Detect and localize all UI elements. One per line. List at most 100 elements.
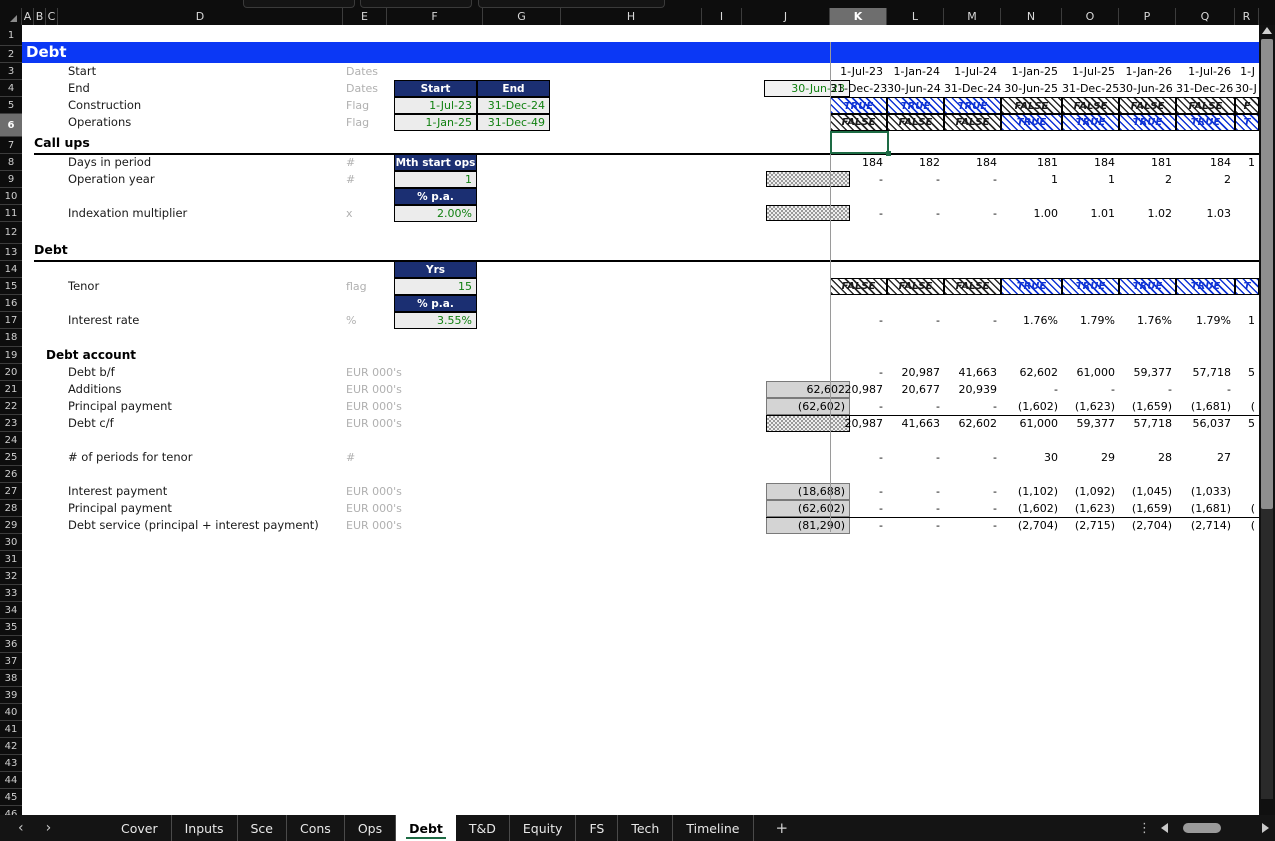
input-tenor-value[interactable]: 15 <box>394 278 477 295</box>
cell-interest-rate-3[interactable]: 1.76% <box>1001 312 1062 329</box>
cell-debt-cf-5[interactable]: 57,718 <box>1119 415 1176 432</box>
prev-sheet-icon[interactable]: ‹ <box>18 820 24 836</box>
cell-principal-payment-2[interactable]: - <box>944 398 1001 415</box>
cell-debt-service-0[interactable]: - <box>830 517 887 534</box>
row-header-43[interactable]: 43 <box>0 755 22 772</box>
row-header-19[interactable]: 19 <box>0 347 22 364</box>
flag-construction-3[interactable]: FALSE <box>1001 97 1062 114</box>
cell-interest-payment-1[interactable]: - <box>887 483 944 500</box>
input-indexation-value[interactable]: 2.00% <box>394 205 477 222</box>
flag-construction-0[interactable]: TRUE <box>830 97 887 114</box>
cell-operation-year-1[interactable]: - <box>887 171 944 188</box>
vertical-scroll-thumb[interactable] <box>1261 39 1273 509</box>
period-start-7[interactable]: 1-J <box>1235 63 1259 80</box>
sheet-tabs[interactable]: CoverInputsSceConsOpsDebtT&DEquityFSTech… <box>108 815 810 841</box>
flag-operations-2[interactable]: FALSE <box>944 114 1001 131</box>
cell-principal-payment-2-3[interactable]: (1,602) <box>1001 500 1062 517</box>
cell-indexation-multiplier-1[interactable]: - <box>887 205 944 222</box>
add-sheet-button[interactable]: + <box>754 815 811 841</box>
cell-debt-cf-0[interactable]: 20,987 <box>830 415 887 432</box>
row-header-7[interactable]: 7 <box>0 137 22 154</box>
cell-debt-service-4[interactable]: (2,715) <box>1062 517 1119 534</box>
row-header-37[interactable]: 37 <box>0 653 22 670</box>
row-header-45[interactable]: 45 <box>0 789 22 806</box>
cell-debt-cf-4[interactable]: 59,377 <box>1062 415 1119 432</box>
cell-debt-bf-1[interactable]: 20,987 <box>887 364 944 381</box>
cell-interest-rate-0[interactable]: - <box>830 312 887 329</box>
cell-principal-payment-1[interactable]: - <box>887 398 944 415</box>
period-start-1[interactable]: 1-Jan-24 <box>887 63 944 80</box>
period-start-3[interactable]: 1-Jan-25 <box>1001 63 1062 80</box>
flag-construction-5[interactable]: FALSE <box>1119 97 1176 114</box>
column-header-B[interactable]: B <box>34 8 46 25</box>
sheet-tab-timeline[interactable]: Timeline <box>673 815 753 841</box>
cell-debt-service-3[interactable]: (2,704) <box>1001 517 1062 534</box>
column-header-N[interactable]: N <box>1001 8 1062 25</box>
cell-periods-for-tenor-0[interactable]: - <box>830 449 887 466</box>
select-all-corner[interactable] <box>0 8 22 25</box>
row-header-25[interactable]: 25 <box>0 449 22 466</box>
column-header-Q[interactable]: Q <box>1176 8 1235 25</box>
cell-debt-bf-0[interactable]: - <box>830 364 887 381</box>
cell-principal-payment-2-4[interactable]: (1,623) <box>1062 500 1119 517</box>
period-end-6[interactable]: 31-Dec-26 <box>1176 80 1235 97</box>
cell-interest-rate-5[interactable]: 1.76% <box>1119 312 1176 329</box>
scroll-left-arrow[interactable] <box>1161 823 1168 833</box>
cell-periods-for-tenor-5[interactable]: 28 <box>1119 449 1176 466</box>
row-header-18[interactable]: 18 <box>0 329 22 347</box>
row-header-24[interactable]: 24 <box>0 432 22 449</box>
cell-debt-bf-3[interactable]: 62,602 <box>1001 364 1062 381</box>
cell-indexation-multiplier-6[interactable]: 1.03 <box>1176 205 1235 222</box>
row-header-36[interactable]: 36 <box>0 636 22 653</box>
cell-days-in-period-5[interactable]: 181 <box>1119 154 1176 171</box>
cell-debt-service-7[interactable]: ( <box>1235 517 1259 534</box>
cell-additions-2[interactable]: 20,939 <box>944 381 1001 398</box>
column-header-A[interactable]: A <box>22 8 34 25</box>
cell-principal-payment-2-7[interactable]: ( <box>1235 500 1259 517</box>
row-header-1[interactable]: 1 <box>0 25 22 46</box>
selected-cell-K6[interactable] <box>830 131 889 154</box>
cell-debt-cf-1[interactable]: 41,663 <box>887 415 944 432</box>
cell-principal-payment-2-1[interactable]: - <box>887 500 944 517</box>
cell-periods-for-tenor-2[interactable]: - <box>944 449 1001 466</box>
flag-construction-1[interactable]: TRUE <box>887 97 944 114</box>
cell-additions-4[interactable]: - <box>1062 381 1119 398</box>
cell-debt-service-6[interactable]: (2,714) <box>1176 517 1235 534</box>
cell-principal-payment-3[interactable]: (1,602) <box>1001 398 1062 415</box>
flag-operations-0[interactable]: FALSE <box>830 114 887 131</box>
row-header-4[interactable]: 4 <box>0 80 22 97</box>
row-header-11[interactable]: 11 <box>0 205 22 222</box>
cell-interest-rate-4[interactable]: 1.79% <box>1062 312 1119 329</box>
cell-interest-rate-6[interactable]: 1.79% <box>1176 312 1235 329</box>
period-start-5[interactable]: 1-Jan-26 <box>1119 63 1176 80</box>
column-header-G[interactable]: G <box>483 8 561 25</box>
cell-principal-payment-2-5[interactable]: (1,659) <box>1119 500 1176 517</box>
cell-interest-rate-1[interactable]: - <box>887 312 944 329</box>
row-header-44[interactable]: 44 <box>0 772 22 789</box>
row-header-17[interactable]: 17 <box>0 312 22 329</box>
row-header-15[interactable]: 15 <box>0 278 22 295</box>
cell-debt-cf-6[interactable]: 56,037 <box>1176 415 1235 432</box>
row-header-32[interactable]: 32 <box>0 568 22 585</box>
cell-periods-for-tenor-3[interactable]: 30 <box>1001 449 1062 466</box>
flag-operations-1[interactable]: FALSE <box>887 114 944 131</box>
row-header-20[interactable]: 20 <box>0 364 22 381</box>
row-header-12[interactable]: 12 <box>0 222 22 244</box>
column-header-C[interactable]: C <box>46 8 58 25</box>
cell-operation-year-3[interactable]: 1 <box>1001 171 1062 188</box>
input-construction-start[interactable]: 1-Jul-23 <box>394 97 477 114</box>
cell-debt-bf-6[interactable]: 57,718 <box>1176 364 1235 381</box>
cell-debt-bf-4[interactable]: 61,000 <box>1062 364 1119 381</box>
cell-interest-rate-7[interactable]: 1 <box>1235 312 1259 329</box>
cell-interest-payment-4[interactable]: (1,092) <box>1062 483 1119 500</box>
period-end-3[interactable]: 30-Jun-25 <box>1001 80 1062 97</box>
cell-interest-payment-6[interactable]: (1,033) <box>1176 483 1235 500</box>
cell-days-in-period-7[interactable]: 1 <box>1235 154 1259 171</box>
sheet-tab-t-d[interactable]: T&D <box>456 815 510 841</box>
row-header-38[interactable]: 38 <box>0 670 22 687</box>
row-header-10[interactable]: 10 <box>0 188 22 205</box>
cell-interest-payment-3[interactable]: (1,102) <box>1001 483 1062 500</box>
cell-principal-payment-0[interactable]: - <box>830 398 887 415</box>
cell-periods-for-tenor-1[interactable]: - <box>887 449 944 466</box>
period-end-7[interactable]: 30-J <box>1235 80 1259 97</box>
